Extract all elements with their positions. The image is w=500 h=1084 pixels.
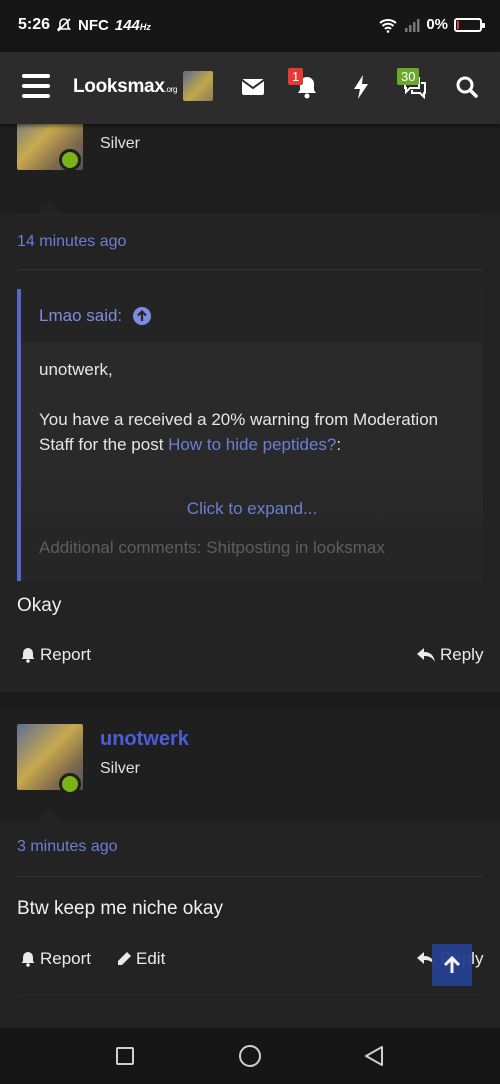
refresh-rate: 144Hz (114, 16, 151, 34)
arrow-up-icon (443, 955, 461, 973)
post-message: Btw keep me niche okay (17, 898, 223, 919)
back-button[interactable] (363, 1045, 385, 1067)
reply-button[interactable]: Reply (416, 645, 483, 665)
quote-text: You have a received a 20% warning from M… (39, 410, 439, 454)
site-logo[interactable]: Looksmax.org (73, 76, 177, 98)
search-icon[interactable] (454, 74, 480, 100)
post-user-header: unotwerk Silver (0, 708, 500, 820)
user-title: Silver (100, 760, 141, 777)
conversations-badge: 30 (397, 68, 420, 85)
speech-notch (38, 202, 62, 214)
system-nav-bar (0, 1028, 500, 1084)
battery-percent: 0% (426, 16, 448, 33)
edit-button[interactable]: Edit (116, 949, 165, 969)
menu-icon[interactable] (22, 74, 50, 98)
speech-notch (38, 808, 62, 820)
nav-avatar[interactable] (183, 71, 213, 101)
post: unotwerk Silver 3 minutes ago Btw keep m… (0, 708, 500, 1028)
recents-button[interactable] (116, 1047, 134, 1065)
online-indicator (59, 149, 81, 171)
bell-icon (21, 648, 35, 663)
quote-header[interactable]: Lmao said: (21, 289, 483, 343)
username[interactable]: unotwerk (100, 124, 189, 127)
nfc-indicator: NFC (78, 16, 109, 34)
top-nav: Looksmax.org 1 30 (0, 52, 500, 124)
quoted-post-link[interactable]: How to hide peptides? (168, 435, 336, 454)
bolt-icon[interactable] (348, 74, 374, 100)
post-separator (0, 692, 500, 708)
report-button[interactable]: Report (20, 645, 91, 665)
thread-content: unotwerk Silver 14 minutes ago Lmao said… (0, 124, 500, 1028)
post: unotwerk Silver 14 minutes ago Lmao said… (0, 124, 500, 692)
wifi-icon (379, 18, 397, 33)
quote-body: unotwerk, You have a received a 20% warn… (21, 343, 483, 557)
signal-icon (405, 18, 420, 32)
battery-icon (454, 17, 485, 32)
arrow-up-circle-icon[interactable] (132, 306, 152, 326)
divider (17, 876, 483, 877)
divider (17, 269, 483, 270)
alerts-badge: 1 (288, 68, 304, 85)
status-bar: 5:26 NFC 144Hz 0% (0, 0, 500, 52)
home-button[interactable] (239, 1045, 261, 1067)
mute-icon (56, 18, 72, 32)
clock: 5:26 (18, 16, 51, 33)
quote-author[interactable]: Lmao said: (39, 306, 122, 326)
username[interactable]: unotwerk (100, 728, 189, 751)
online-indicator (59, 773, 81, 795)
quote-greeting: unotwerk, (39, 360, 113, 379)
inbox-icon[interactable] (240, 74, 266, 100)
post-user-header: unotwerk Silver (0, 124, 500, 214)
post-timestamp[interactable]: 14 minutes ago (17, 233, 126, 251)
post-timestamp[interactable]: 3 minutes ago (17, 838, 118, 856)
report-button[interactable]: Report (20, 949, 91, 969)
pencil-icon (118, 952, 131, 965)
user-title: Silver (100, 135, 141, 152)
post-message: Okay (17, 595, 62, 616)
divider (17, 214, 483, 215)
bell-icon (21, 952, 35, 967)
quote-block: Lmao said: unotwerk, You have a received… (17, 289, 483, 581)
quote-faded-text: Additional comments: Shitposting in look… (39, 538, 385, 557)
expand-quote-link[interactable]: Click to expand... (21, 496, 483, 521)
reply-icon (417, 648, 435, 662)
scroll-to-top-button[interactable] (432, 944, 472, 986)
divider (17, 994, 483, 995)
